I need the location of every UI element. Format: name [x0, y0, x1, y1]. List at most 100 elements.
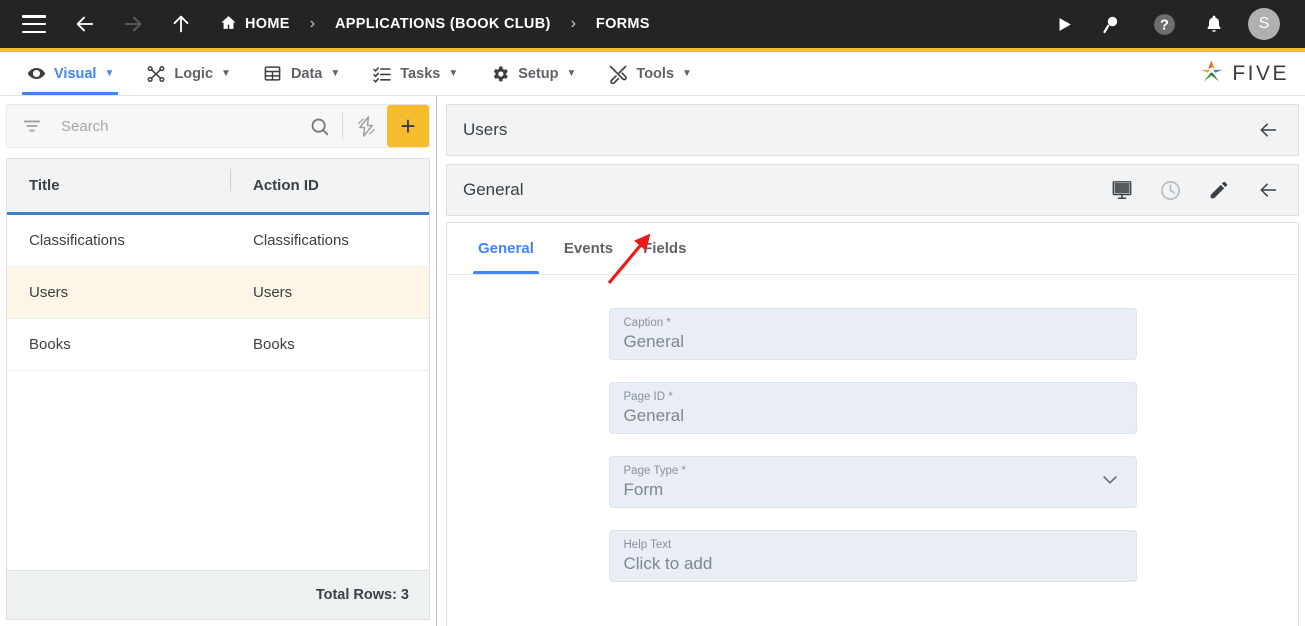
top-bar-actions: ? S	[1039, 8, 1289, 40]
back-arrow-icon[interactable]	[72, 13, 98, 35]
breadcrumb: HOME › APPLICATIONS (BOOK CLUB) › FORMS	[220, 14, 650, 35]
avatar-initial: S	[1248, 8, 1280, 40]
top-navigation-bar: HOME › APPLICATIONS (BOOK CLUB) › FORMS …	[0, 0, 1305, 48]
search-play-icon[interactable]	[1089, 12, 1139, 36]
chevron-down-icon[interactable]	[1100, 470, 1120, 495]
form-detail-panel: Users General General Events Fields Capt…	[437, 96, 1305, 626]
grid-body: Classifications Classifications Users Us…	[7, 215, 429, 570]
five-star-icon	[1198, 58, 1225, 90]
help-circle-icon[interactable]: ?	[1139, 12, 1189, 37]
chevron-down-icon: ▼	[448, 68, 459, 79]
avatar[interactable]: S	[1239, 8, 1289, 40]
record-title: Users	[463, 120, 508, 139]
tab-fields[interactable]: Fields	[628, 223, 701, 274]
menu-item-logic[interactable]: Logic ▼	[130, 52, 247, 95]
eye-icon	[26, 64, 46, 84]
page-type-select[interactable]: Page Type * Form	[608, 456, 1137, 508]
pencil-edit-icon[interactable]	[1208, 179, 1230, 201]
toolbar-divider	[342, 113, 343, 139]
help-text-value: Click to add	[623, 554, 713, 573]
menu-label-tasks: Tasks	[400, 65, 441, 82]
menu-label-data: Data	[290, 65, 323, 82]
up-arrow-icon[interactable]	[168, 13, 194, 35]
section-header: General	[446, 164, 1299, 216]
menu-label-setup: Setup	[518, 65, 559, 82]
table-row[interactable]: Users Users	[7, 267, 429, 319]
chevron-down-icon: ▼	[682, 68, 692, 79]
menu-item-setup[interactable]: Setup ▼	[474, 52, 592, 95]
caption-field-value: General	[623, 332, 684, 351]
menu-item-tasks[interactable]: Tasks ▼	[356, 52, 474, 95]
menu-item-tools[interactable]: Tools ▼	[592, 52, 708, 95]
table-row[interactable]: Books Books	[7, 319, 429, 371]
bell-icon[interactable]	[1189, 13, 1239, 35]
total-rows-label: Total Rows: 3	[6, 570, 430, 620]
grid-header-row: Title Action ID	[7, 159, 429, 215]
cell-title: Classifications	[29, 232, 125, 249]
help-text-field[interactable]: Help Text Click to add	[608, 530, 1137, 582]
breadcrumb-item-home[interactable]: HOME	[220, 14, 290, 35]
forms-list-panel: + Title Action ID Classifications Classi…	[0, 96, 437, 626]
tab-events[interactable]: Events	[549, 223, 628, 274]
table-row[interactable]: Classifications Classifications	[7, 215, 429, 267]
search-toolbar: +	[6, 104, 430, 148]
module-menu-bar: Visual ▼ Logic ▼ Data ▼ Tasks ▼ Setup ▼ …	[0, 52, 1305, 96]
breadcrumb-item-applications[interactable]: APPLICATIONS (BOOK CLUB)	[335, 16, 551, 32]
menu-item-data[interactable]: Data ▼	[247, 52, 356, 95]
page-id-field[interactable]: Page ID * General	[608, 382, 1137, 434]
page-type-label: Page Type *	[623, 465, 686, 477]
play-icon[interactable]	[1039, 15, 1089, 34]
cell-action-id: Classifications	[253, 232, 349, 249]
section-actions	[1111, 179, 1280, 202]
breadcrumb-separator: ›	[309, 15, 316, 32]
chevron-down-icon: ▼	[221, 68, 231, 79]
home-icon	[220, 14, 237, 35]
tab-general[interactable]: General	[463, 223, 549, 274]
menu-label-tools: Tools	[636, 65, 675, 82]
breadcrumb-label-home: HOME	[245, 16, 290, 32]
tab-bar: General Events Fields	[447, 223, 1298, 275]
back-arrow-icon[interactable]	[1256, 180, 1280, 200]
search-input[interactable]	[43, 117, 302, 135]
add-form-button[interactable]: +	[387, 105, 429, 147]
gear-icon	[490, 64, 510, 84]
forms-grid: Title Action ID Classifications Classifi…	[6, 158, 430, 570]
page-id-field-value: General	[623, 406, 684, 425]
brand-text: FIVE	[1232, 61, 1289, 85]
search-icon[interactable]	[302, 116, 336, 137]
menu-label-logic: Logic	[174, 65, 214, 82]
tools-icon	[608, 64, 628, 84]
brand-logo: FIVE	[1198, 52, 1305, 95]
display-preview-icon[interactable]	[1111, 179, 1133, 201]
page-type-value: Form	[623, 480, 664, 499]
cell-title: Users	[29, 284, 69, 301]
checklist-icon	[372, 64, 392, 84]
cell-action-id: Users	[253, 284, 293, 301]
clock-icon[interactable]	[1159, 179, 1182, 202]
column-header-title[interactable]: Title	[7, 169, 231, 194]
page-id-field-label: Page ID *	[623, 391, 673, 403]
application-window: HOME › APPLICATIONS (BOOK CLUB) › FORMS …	[0, 0, 1305, 626]
menu-label-visual: Visual	[54, 65, 97, 82]
breadcrumb-label-forms: FORMS	[595, 16, 650, 32]
filter-icon[interactable]	[21, 115, 43, 137]
record-header: Users	[446, 104, 1299, 156]
form-editor-panel: General Events Fields Caption * General …	[446, 222, 1299, 626]
help-text-label: Help Text	[623, 539, 672, 551]
back-arrow-icon[interactable]	[1256, 120, 1280, 140]
forward-arrow-icon[interactable]	[120, 13, 146, 35]
caption-field-label: Caption *	[623, 317, 671, 329]
hamburger-menu-icon[interactable]	[22, 15, 46, 33]
breadcrumb-separator: ›	[570, 15, 576, 32]
chevron-down-icon: ▼	[330, 68, 341, 79]
column-header-action-id[interactable]: Action ID	[231, 177, 319, 194]
chevron-down-icon: ▼	[566, 68, 577, 79]
breadcrumb-label-applications: APPLICATIONS (BOOK CLUB)	[335, 16, 551, 32]
breadcrumb-item-forms[interactable]: FORMS	[596, 16, 650, 32]
cell-title: Books	[29, 336, 71, 353]
lightning-bolt-icon[interactable]	[349, 115, 383, 138]
menu-item-visual[interactable]: Visual ▼	[10, 52, 130, 95]
caption-field[interactable]: Caption * General	[608, 308, 1137, 360]
chevron-down-icon: ▼	[104, 68, 115, 79]
main-body: + Title Action ID Classifications Classi…	[0, 96, 1305, 626]
